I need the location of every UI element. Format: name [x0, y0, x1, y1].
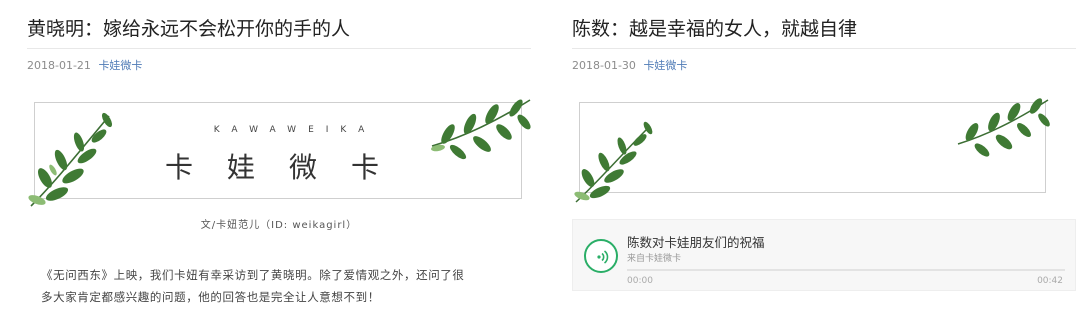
article-meta: 2018-01-30 卡娃微卡 [572, 59, 687, 73]
audio-source: 来自卡娃微卡 [627, 254, 682, 264]
article-title[interactable]: 陈数：越是幸福的女人，就越自律 [572, 16, 857, 42]
audio-progress-bar[interactable] [627, 269, 1065, 271]
author-credit: 文/卡妞范儿（ID: weikagirl） [200, 220, 358, 231]
leaf-branch-icon [431, 99, 531, 160]
article-title[interactable]: 黄晓明：嫁给永远不会松开你的手的人 [27, 16, 350, 42]
publish-date: 2018-01-21 [27, 59, 91, 72]
leaf-branch-icon [28, 112, 113, 207]
brand-chinese-text: 卡娃微卡 [165, 151, 414, 184]
author-link[interactable]: 卡娃微卡 [643, 59, 687, 72]
article-body: 《无问西东》上映，我们卡妞有幸采访到了黄晓明。除了爱情观之外，还问了很 多大家肯… [41, 264, 531, 308]
author-link[interactable]: 卡娃微卡 [98, 59, 142, 72]
audio-play-icon [597, 250, 609, 264]
body-line: 多大家肯定都感兴趣的问题，他的回答也是完全让人意想不到！ [41, 290, 380, 304]
left-article: 黄晓明：嫁给永远不会松开你的手的人 2018-01-21 卡娃微卡 KAWAWE… [27, 0, 531, 324]
title-divider [572, 48, 1076, 49]
right-article: 陈数：越是幸福的女人，就越自律 2018-01-30 卡娃微卡 陈数对卡娃朋友们… [572, 0, 1076, 324]
leaf-branch-icon [574, 121, 653, 203]
audio-duration: 00:42 [1037, 276, 1063, 286]
audio-play-button[interactable] [584, 239, 618, 273]
title-divider [27, 48, 531, 49]
body-line: 《无问西东》上映，我们卡妞有幸采访到了黄晓明。除了爱情观之外，还问了很 [41, 268, 465, 282]
audio-player: 陈数对卡娃朋友们的祝福 来自卡娃微卡 00:00 00:42 [572, 219, 1076, 291]
audio-title: 陈数对卡娃朋友们的祝福 [627, 235, 765, 250]
brand-latin-text: KAWAWEIKA [213, 125, 377, 135]
publish-date: 2018-01-30 [572, 59, 636, 72]
article-meta: 2018-01-21 卡娃微卡 [27, 59, 142, 73]
leaf-branch-icon [957, 98, 1050, 157]
audio-current-time: 00:00 [627, 276, 653, 286]
